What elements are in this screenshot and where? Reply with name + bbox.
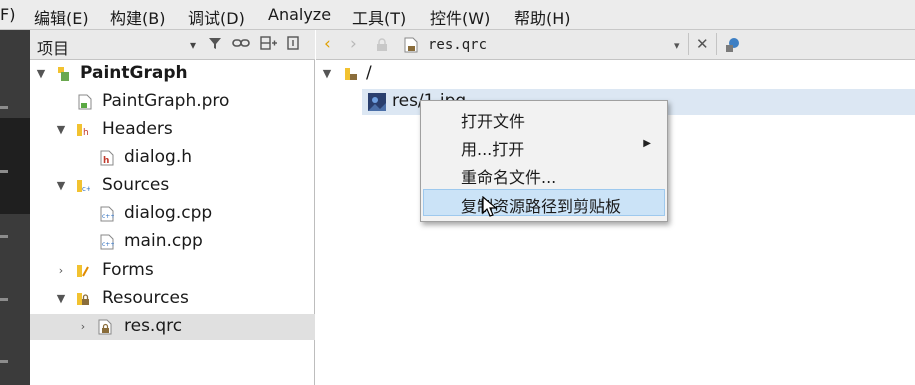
pro-file-icon xyxy=(78,94,92,110)
resource-prefix-row[interactable]: ▼ / xyxy=(316,61,915,87)
submenu-arrow-icon: ▶ xyxy=(643,138,651,149)
chevron-down-icon[interactable]: ▾ xyxy=(674,36,680,56)
image-file-icon xyxy=(368,93,386,111)
menu-file[interactable]: F) xyxy=(0,5,15,24)
menu-build[interactable]: 构建(B) xyxy=(110,5,165,29)
menu-item-open-file[interactable]: 打开文件 xyxy=(423,104,665,131)
split-editor-icon[interactable] xyxy=(724,36,742,54)
mode-mark[interactable] xyxy=(0,170,8,173)
mode-mark[interactable] xyxy=(0,235,8,238)
tree-item-dialog-cpp[interactable]: c++ dialog.cpp xyxy=(30,201,315,227)
collapse-arrow-icon[interactable]: › xyxy=(76,319,90,335)
expand-arrow-icon[interactable]: ▼ xyxy=(54,178,68,194)
toolbar-separator xyxy=(716,33,717,55)
menu-item-label: 重命名文件... xyxy=(461,168,557,187)
tree-item-label: res.qrc xyxy=(124,316,183,336)
mode-sidebar xyxy=(0,30,30,385)
resources-folder-icon xyxy=(77,293,89,305)
link-icon[interactable] xyxy=(232,36,250,54)
tree-item-label: PaintGraph xyxy=(80,63,188,83)
editor-toolbar: ‹ › res.qrc ▾ ✕ xyxy=(316,30,915,60)
project-tree: ▼ PaintGraph PaintGraph.pro ▼ h Headers … xyxy=(30,60,315,385)
header-file-icon: h xyxy=(100,150,114,166)
mouse-pointer-icon xyxy=(482,196,498,217)
menu-item-open-with[interactable]: 用...打开 ▶ xyxy=(423,132,665,159)
expand-arrow-icon[interactable]: ▼ xyxy=(34,66,48,82)
panel-title[interactable]: 项目 xyxy=(37,35,69,59)
project-icon xyxy=(58,67,69,81)
tree-item-label: Headers xyxy=(102,119,173,139)
tree-item-label: Forms xyxy=(102,260,154,280)
filter-icon[interactable] xyxy=(208,36,222,54)
mode-mark[interactable] xyxy=(0,298,8,301)
tree-item-label: main.cpp xyxy=(124,231,203,251)
tree-item-label: dialog.h xyxy=(124,147,193,167)
split-icon[interactable] xyxy=(260,36,278,54)
context-menu: 打开文件 用...打开 ▶ 重命名文件... 复制资源路径到剪贴板 xyxy=(420,100,668,222)
tree-item-resources[interactable]: ▼ Resources xyxy=(30,286,315,312)
menu-debug[interactable]: 调试(D) xyxy=(188,5,245,29)
tree-item-paintgraph[interactable]: ▼ PaintGraph xyxy=(30,61,315,87)
svg-text:h: h xyxy=(83,128,89,138)
expand-arrow-icon[interactable]: ▼ xyxy=(54,291,68,307)
menu-item-rename-file[interactable]: 重命名文件... xyxy=(423,160,665,187)
forms-folder-icon xyxy=(77,265,89,277)
headers-folder-icon: h xyxy=(77,124,89,138)
menu-item-label: 用...打开 xyxy=(461,140,525,159)
mode-edit-active[interactable] xyxy=(0,118,30,214)
menu-analyze[interactable]: Analyze xyxy=(268,5,331,24)
close-panel-icon[interactable] xyxy=(286,36,300,54)
tree-item-dialog-h[interactable]: h dialog.h xyxy=(30,145,315,171)
qrc-file-icon xyxy=(98,319,112,335)
tree-item-label: PaintGraph.pro xyxy=(102,91,230,111)
tree-item-sources[interactable]: ▼ c+ Sources xyxy=(30,173,315,199)
chevron-down-icon[interactable]: ▾ xyxy=(190,36,196,54)
close-document-icon[interactable]: ✕ xyxy=(696,34,709,54)
collapse-arrow-icon[interactable]: › xyxy=(54,263,68,279)
tree-item-res-qrc[interactable]: › res.qrc xyxy=(30,314,315,340)
project-panel-toolbar: 项目 ▾ xyxy=(30,30,315,60)
expand-arrow-icon[interactable]: ▼ xyxy=(320,66,334,82)
qrc-file-icon xyxy=(404,37,418,53)
tree-item-forms[interactable]: › Forms xyxy=(30,258,315,284)
cpp-file-icon: c++ xyxy=(100,206,114,222)
back-arrow-icon[interactable]: ‹ xyxy=(324,34,331,54)
toolbar-separator xyxy=(688,33,689,55)
cpp-file-icon: c++ xyxy=(100,234,114,250)
forward-arrow-icon[interactable]: › xyxy=(350,34,357,54)
expand-arrow-icon[interactable]: ▼ xyxy=(54,122,68,138)
tree-item-headers[interactable]: ▼ h Headers xyxy=(30,117,315,143)
tree-item-paintgraph-pro[interactable]: PaintGraph.pro xyxy=(30,89,315,115)
tree-item-label: dialog.cpp xyxy=(124,203,213,223)
menu-tools[interactable]: 工具(T) xyxy=(352,5,406,29)
menu-help[interactable]: 帮助(H) xyxy=(514,5,571,29)
svg-text:c++: c++ xyxy=(102,213,114,220)
menu-widgets[interactable]: 控件(W) xyxy=(430,5,490,29)
svg-text:h: h xyxy=(103,156,109,166)
tree-item-main-cpp[interactable]: c++ main.cpp xyxy=(30,229,315,255)
lock-icon[interactable] xyxy=(376,38,388,52)
menu-edit[interactable]: 编辑(E) xyxy=(34,5,89,29)
menu-item-copy-resource-path[interactable]: 复制资源路径到剪贴板 xyxy=(423,189,665,216)
svg-text:c+: c+ xyxy=(82,185,90,193)
menu-item-label: 打开文件 xyxy=(461,112,526,131)
mode-mark[interactable] xyxy=(0,106,8,109)
svg-text:c++: c++ xyxy=(102,241,114,248)
resource-prefix-label: / xyxy=(366,63,372,83)
tree-item-label: Sources xyxy=(102,175,170,195)
resources-folder-icon xyxy=(345,68,357,80)
tree-item-label: Resources xyxy=(102,288,189,308)
mode-mark[interactable] xyxy=(0,360,8,363)
menu-bar: F) 编辑(E) 构建(B) 调试(D) Analyze 工具(T) 控件(W)… xyxy=(0,0,915,30)
sources-folder-icon: c+ xyxy=(77,180,90,193)
document-name[interactable]: res.qrc xyxy=(428,37,487,53)
